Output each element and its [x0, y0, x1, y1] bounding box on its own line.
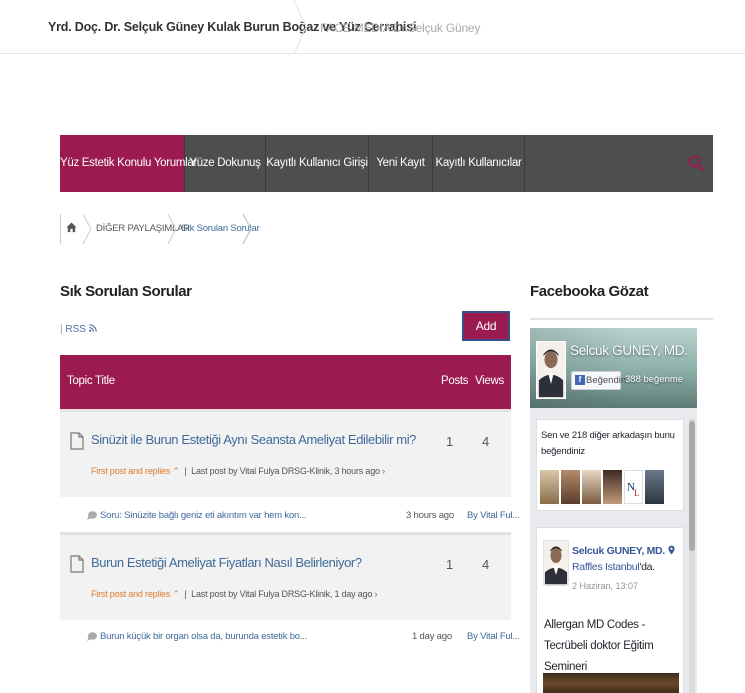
facebook-icon: f [575, 375, 585, 385]
column-header-topic[interactable]: Topic Title [67, 375, 115, 387]
header-separator-chevron [293, 0, 307, 54]
friend-avatar[interactable] [603, 470, 622, 504]
forum-title: Sık Sorulan Sorular [60, 283, 192, 300]
reply-time: 3 hours ago [406, 510, 454, 521]
facebook-like-button[interactable]: f Beğendin [571, 371, 626, 390]
friend-avatar[interactable]: N L [624, 470, 643, 504]
nav-item-yuz-estetik-yorumlar[interactable]: Yüz Estetik Konulu Yorumlar [60, 135, 197, 192]
main-nav: Yüz Estetik Konulu Yorumlar Yüze Dokunuş… [60, 135, 713, 192]
document-icon [70, 555, 84, 573]
person-photo [544, 546, 568, 585]
post-author-avatar[interactable] [543, 540, 569, 586]
location-pin-icon [668, 545, 675, 555]
logo-icon: N L [627, 481, 640, 498]
svg-text:L: L [634, 488, 639, 498]
breadcrumb-chevron-icon [167, 214, 177, 244]
like-button-label: Beğendin [586, 375, 627, 386]
scrollbar-thumb[interactable] [689, 421, 695, 551]
face-media-link[interactable]: FACE MEDIA Dr.Selçuk Güney [320, 21, 480, 35]
top-header: Yrd. Doç. Dr. Selçuk Güney Kulak Burun B… [0, 0, 745, 54]
chevron-right-icon[interactable]: › [375, 589, 378, 599]
friend-avatar[interactable] [561, 470, 580, 504]
facebook-page-name[interactable]: Selcuk GUNEY, MD. [570, 343, 688, 358]
post-image[interactable] [543, 673, 679, 693]
chevron-up-icon[interactable]: ⌃ [172, 589, 180, 599]
reply-excerpt-link[interactable]: Soru: Sinüzite bağlı geniz eti akıntım v… [100, 510, 307, 521]
nav-item-kayitli-kullanici-girisi[interactable]: Kayıtlı Kullanıcı Girişi [266, 135, 369, 192]
topic-meta: First post and replies ⌃ | Last post by … [91, 466, 385, 476]
search-icon[interactable] [687, 154, 705, 172]
topic-posts-count: 1 [446, 557, 454, 572]
facebook-page-widget: Selcuk GUNEY, MD. f Beğendin 388 beğenme… [530, 328, 697, 693]
reply-author-link[interactable]: By Vital Ful... [467, 631, 520, 642]
topic-row: Burun Estetiği Ameliyat Fiyatları Nasıl … [60, 532, 511, 620]
rss-link[interactable]: | RSS [60, 324, 97, 335]
facebook-like-count: 388 beğenme [625, 374, 684, 385]
facebook-friends-card: Sen ve 218 diğer arkadaşın bunu beğendin… [536, 419, 684, 511]
post-text: Allergan MD Codes - Tecrübeli doktor Eği… [544, 619, 654, 673]
breadcrumb-chevron-icon [82, 214, 92, 244]
friends-like-text: Sen ve 218 diğer arkadaşın bunu beğendin… [541, 430, 675, 457]
first-post-link[interactable]: First post and replies [91, 466, 170, 476]
topic-posts-count: 1 [446, 434, 454, 449]
topic-title-link[interactable]: Burun Estetiği Ameliyat Fiyatları Nasıl … [91, 555, 362, 570]
person-photo [538, 349, 564, 398]
chevron-right-icon[interactable]: › [382, 466, 385, 476]
facebook-scrollbar[interactable] [689, 419, 695, 693]
rss-label: RSS [65, 324, 86, 335]
topic-views-count: 4 [482, 557, 490, 572]
nav-item-yuze-dokunus[interactable]: Yüze Dokunuş [185, 135, 266, 192]
reply-excerpt-link[interactable]: Burun küçük bir organ olsa da, burunda e… [100, 631, 307, 642]
breadcrumb-home[interactable] [60, 214, 82, 244]
column-header-views[interactable]: Views [475, 375, 504, 387]
chevron-up-icon[interactable]: ⌃ [172, 466, 180, 476]
comment-bubble-icon [87, 511, 97, 520]
rss-icon [88, 324, 97, 332]
reply-time: 1 day ago [412, 631, 452, 642]
latest-reply-row: Soru: Sinüzite bağlı geniz eti akıntım v… [60, 500, 520, 534]
post-location-link[interactable]: Raffles Istanbul [572, 561, 640, 573]
last-post-info[interactable]: Last post by Vital Fulya DRSG-Klinik, 1 … [191, 589, 372, 599]
last-post-info[interactable]: Last post by Vital Fulya DRSG-Klinik, 3 … [191, 466, 380, 476]
topic-views-count: 4 [482, 434, 490, 449]
document-icon [70, 432, 84, 450]
nav-item-yeni-kayit[interactable]: Yeni Kayıt [369, 135, 433, 192]
home-icon [66, 222, 77, 233]
facebook-section-title: Facebooka Gözat [530, 283, 649, 300]
friend-avatar[interactable] [582, 470, 601, 504]
latest-reply-row: Burun küçük bir organ olsa da, burunda e… [60, 621, 520, 655]
post-date[interactable]: 2 Haziran, 13:07 [572, 581, 638, 591]
nav-item-kayitli-kullanicilar[interactable]: Kayıtlı Kullanıcılar [433, 135, 525, 192]
reply-author-link[interactable]: By Vital Ful... [467, 510, 520, 521]
topic-meta: First post and replies ⌃ | Last post by … [91, 589, 378, 599]
breadcrumb-chevron-icon [242, 214, 252, 244]
facebook-page-avatar[interactable] [536, 341, 566, 399]
friend-avatar[interactable] [540, 470, 559, 504]
first-post-link[interactable]: First post and replies [91, 589, 170, 599]
topic-row: Sinüzit ile Burun Estetiği Aynı Seansta … [60, 409, 511, 497]
topics-table-header: Topic Title Posts Views [60, 355, 511, 409]
friend-avatar[interactable] [645, 470, 664, 504]
facebook-post-card: Selcuk GUNEY, MD. Raffles Istanbul'da. 2… [536, 527, 684, 693]
post-author-name[interactable]: Selcuk GUNEY, MD. [572, 545, 675, 557]
post-location: Raffles Istanbul'da. [572, 561, 655, 573]
topic-title-link[interactable]: Sinüzit ile Burun Estetiği Aynı Seansta … [91, 432, 416, 447]
section-divider [530, 318, 713, 320]
comment-bubble-icon [87, 632, 97, 641]
column-header-posts[interactable]: Posts [441, 375, 469, 387]
add-topic-button[interactable]: Add topic [462, 311, 510, 359]
